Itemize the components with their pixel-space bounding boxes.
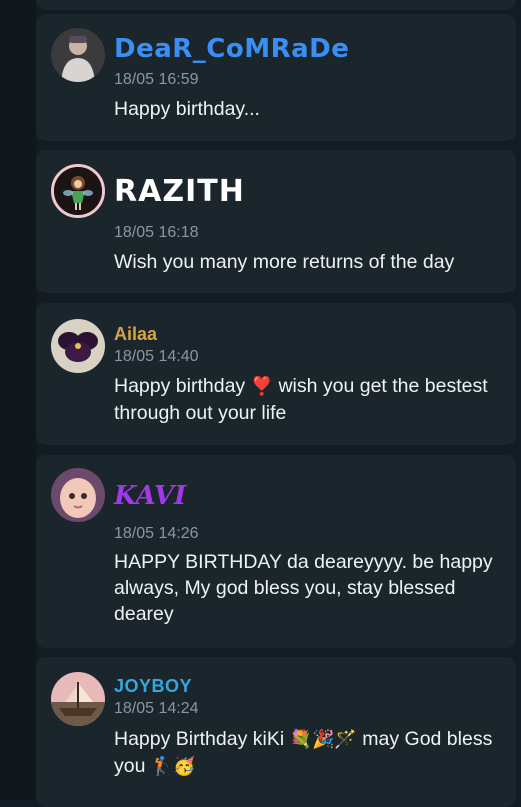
bouquet-party-wand-emoji-icon: 💐🎉🪄 [289, 729, 357, 750]
comment-feed[interactable]: DeaR_CoMRaDe 18/05 16:59 Happy birthday.… [36, 0, 521, 807]
username[interactable]: Ailaa [114, 324, 157, 345]
comment-card[interactable]: DeaR_CoMRaDe 18/05 16:59 Happy birthday.… [36, 14, 516, 141]
avatar[interactable] [51, 468, 105, 522]
comment-card-partial [36, 0, 516, 10]
comment-text: Happy Birthday kiKi 💐🎉🪄 may God bless yo… [114, 726, 509, 780]
timestamp: 18/05 14:26 [114, 525, 199, 542]
avatar[interactable] [51, 164, 105, 218]
fairy-avatar-icon [54, 167, 102, 215]
baby-avatar-icon [51, 468, 105, 522]
left-rail [0, 0, 36, 800]
comment-card[interactable]: RAZITH 18/05 16:18 Wish you many more re… [36, 150, 516, 293]
heart-emoji-icon: ❣️ [250, 376, 274, 397]
flower-avatar-icon [51, 319, 105, 373]
comment-card[interactable]: JOYBOY 18/05 14:24 Happy Birthday kiKi 💐… [36, 657, 516, 807]
comment-text: Happy birthday ❣️ wish you get the beste… [114, 373, 509, 426]
username[interactable]: KAVI [114, 481, 186, 511]
comment-text-start: Happy birthday [114, 375, 246, 397]
golfer-party-face-emoji-icon: 🏌️🥳 [150, 756, 196, 777]
timestamp: 18/05 14:40 [114, 348, 199, 365]
avatar[interactable] [51, 672, 105, 726]
comment-text-start: Happy Birthday kiKi [114, 728, 285, 750]
ship-avatar-icon [51, 672, 105, 726]
avatar[interactable] [51, 319, 105, 373]
timestamp: 18/05 16:59 [114, 71, 199, 88]
timestamp: 18/05 14:24 [114, 700, 199, 717]
username[interactable]: DeaR_CoMRaDe [114, 34, 349, 64]
timestamp: 18/05 16:18 [114, 224, 199, 241]
user-avatar-photo-icon [51, 28, 105, 82]
comment-card[interactable]: KAVI 18/05 14:26 HAPPY BIRTHDAY da deare… [36, 455, 516, 648]
avatar[interactable] [51, 28, 105, 82]
username[interactable]: RAZITH [114, 174, 245, 209]
username[interactable]: JOYBOY [114, 676, 192, 697]
comment-text: Happy birthday... [114, 98, 260, 120]
comment-card[interactable]: Ailaa 18/05 14:40 Happy birthday ❣️ wish… [36, 303, 516, 445]
comment-text: HAPPY BIRTHDAY da deareyyyy. be happy al… [114, 551, 493, 625]
comment-text: Wish you many more returns of the day [114, 251, 455, 273]
